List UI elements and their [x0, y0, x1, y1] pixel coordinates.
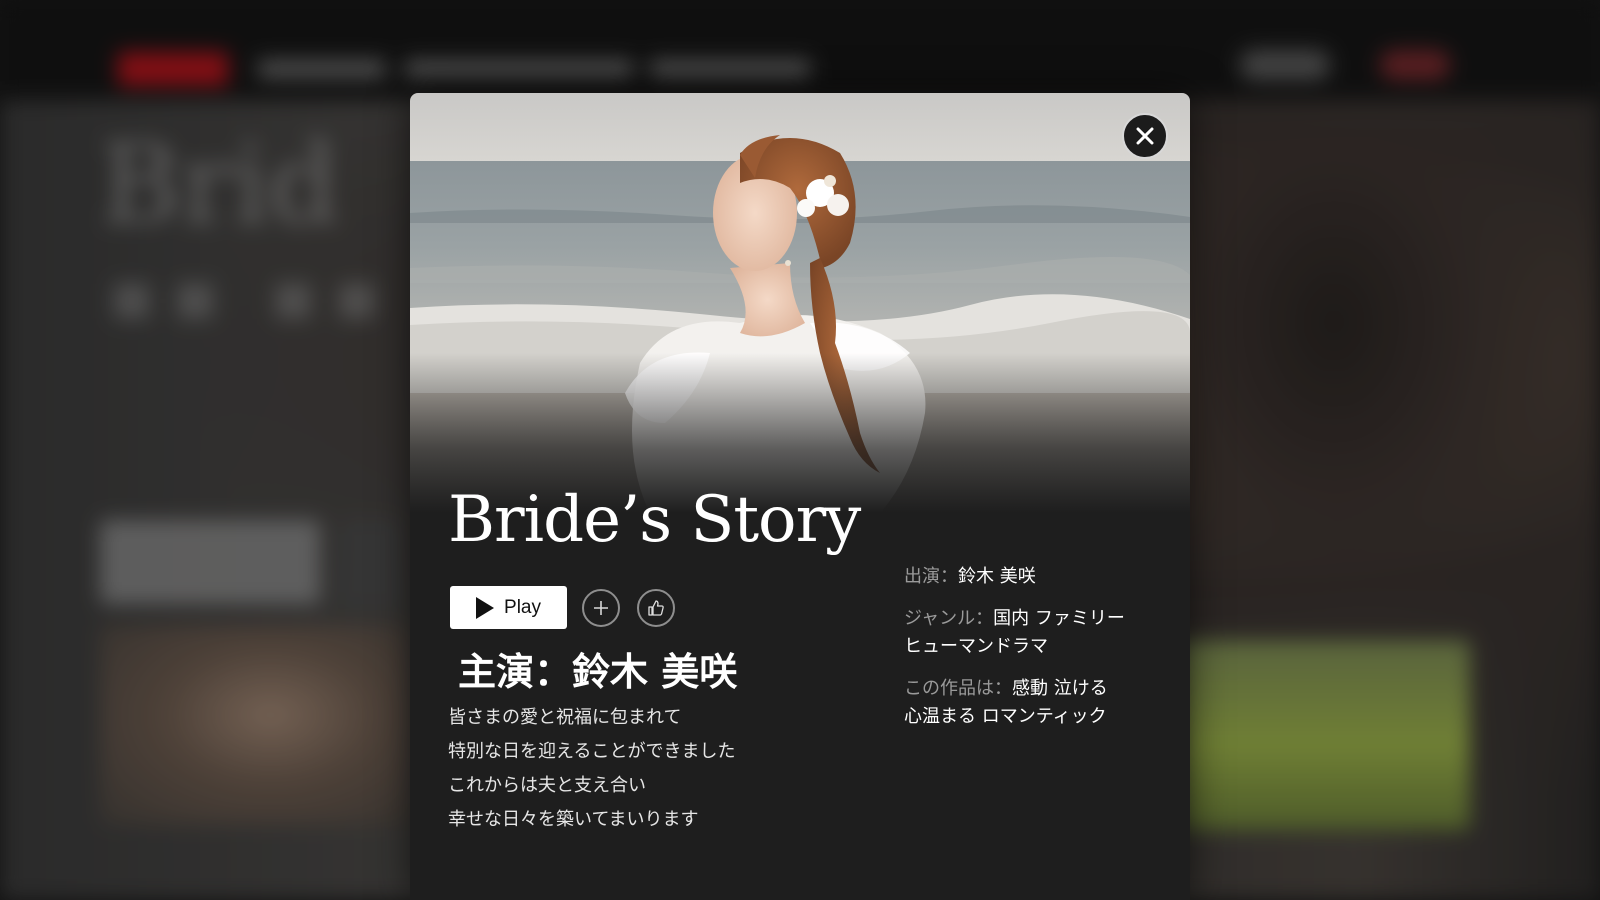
- genre-value[interactable]: ヒューマンドラマ: [904, 633, 1174, 661]
- hero-image: [410, 93, 1190, 513]
- play-icon: [476, 596, 495, 619]
- genre-label: ジャンル：: [904, 608, 994, 629]
- add-to-list-button[interactable]: [582, 589, 620, 627]
- metadata-panel: 出演：鈴木 美咲 ジャンル：国内 ファミリー ヒューマンドラマ この作品は：感動…: [904, 563, 1174, 745]
- mood-row: この作品は：感動 泣ける 心温まる ロマンティック: [904, 675, 1174, 731]
- description-line: 皆さまの愛と祝福に包まれて: [448, 707, 682, 728]
- cast-value[interactable]: 鈴木 美咲: [958, 566, 1036, 587]
- title-detail-modal: Bride’s Story Play 主演：鈴木 美咲 皆さまの愛と祝福に包まれ…: [410, 93, 1190, 900]
- title-heading: Bride’s Story: [448, 483, 861, 557]
- close-icon: [1136, 127, 1154, 145]
- mood-value[interactable]: 感動 泣ける: [1012, 678, 1108, 699]
- mood-label: この作品は：: [904, 678, 1012, 699]
- description-line: これからは夫と支え合い: [448, 775, 646, 796]
- thumbs-up-icon: [648, 600, 664, 616]
- starring-heading: 主演：鈴木 美咲: [458, 650, 738, 694]
- like-button[interactable]: [637, 589, 675, 627]
- description: 皆さまの愛と祝福に包まれて 特別な日を迎えることができました これからは夫と支え…: [448, 701, 868, 837]
- play-button[interactable]: Play: [450, 586, 567, 629]
- description-line: 幸せな日々を築いてまいります: [448, 809, 699, 830]
- play-button-label: Play: [504, 596, 541, 618]
- plus-icon: [594, 601, 608, 615]
- genre-row: ジャンル：国内 ファミリー ヒューマンドラマ: [904, 605, 1174, 661]
- close-button[interactable]: [1122, 113, 1168, 159]
- mood-value[interactable]: 心温まる ロマンティック: [904, 703, 1174, 731]
- description-line: 特別な日を迎えることができました: [448, 741, 736, 762]
- genre-value[interactable]: 国内 ファミリー: [993, 608, 1125, 629]
- cast-label: 出演：: [904, 566, 958, 587]
- cast-row: 出演：鈴木 美咲: [904, 563, 1174, 591]
